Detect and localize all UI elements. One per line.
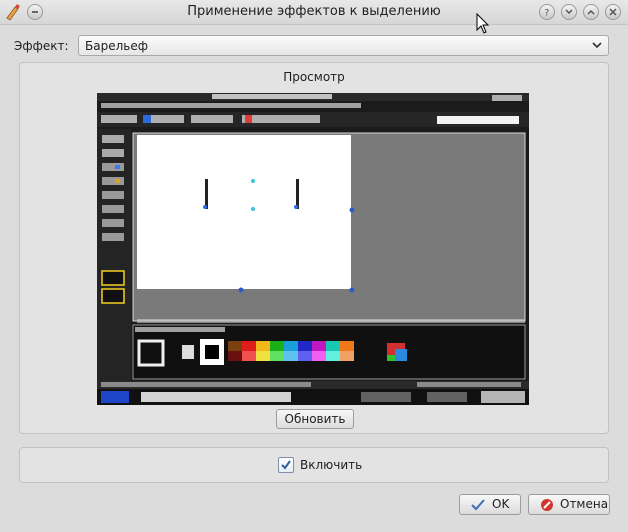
cancel-button-label: Отмена [560, 497, 609, 511]
mouse-cursor-icon [476, 13, 490, 34]
minimize-button[interactable] [561, 4, 577, 20]
enable-checkbox[interactable] [278, 457, 294, 473]
checkmark-icon [281, 460, 291, 470]
window-title: Применение эффектов к выделению [187, 4, 441, 19]
update-button[interactable]: Обновить [276, 409, 354, 429]
effect-selected-value: Барельеф [85, 39, 148, 53]
help-button[interactable]: ? [539, 4, 555, 20]
preview-title: Просмотр [283, 70, 345, 84]
ok-button[interactable]: OK [459, 494, 521, 515]
cancel-button[interactable]: Отмена [528, 494, 610, 515]
enable-group: Включить [19, 447, 609, 483]
maximize-button[interactable] [583, 4, 599, 20]
ok-button-label: OK [492, 497, 510, 511]
chevron-down-icon [592, 42, 602, 49]
cancel-icon [541, 499, 553, 511]
ok-check-icon [471, 499, 485, 511]
preview-group: Просмотр Обновить [19, 62, 609, 434]
close-button[interactable] [605, 4, 621, 20]
svg-text:?: ? [545, 9, 550, 18]
enable-label: Включить [300, 458, 363, 472]
effect-label: Эффект: [14, 39, 69, 53]
effect-select[interactable]: Барельеф [78, 35, 609, 56]
update-button-label: Обновить [284, 412, 346, 426]
title-bar: Применение эффектов к выделению ? [0, 0, 628, 25]
preview-image [97, 93, 529, 405]
